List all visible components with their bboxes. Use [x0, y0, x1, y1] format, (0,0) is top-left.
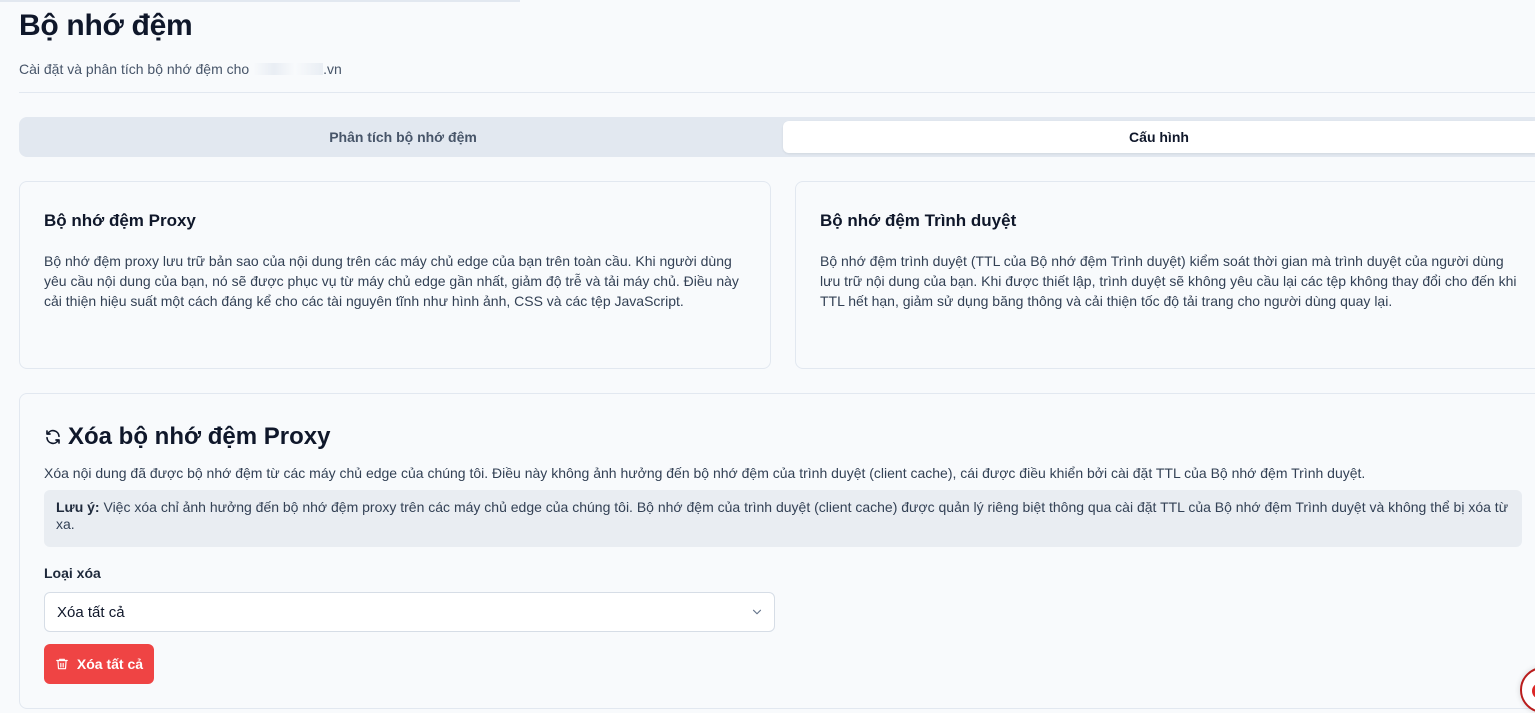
purge-all-button-label: Xóa tất cả: [76, 656, 144, 672]
trash-icon: [56, 658, 68, 670]
browser-cache-description: Bộ nhớ đệm trình duyệt (TTL của Bộ nhớ đ…: [820, 253, 1517, 309]
browser-cache-card: Bộ nhớ đệm Trình duyệt Bộ nhớ đệm trình …: [795, 181, 1535, 369]
chevron-down-icon: [752, 609, 762, 615]
cache-page: Bộ nhớ đệm Cài đặt và phân tích bộ nhớ đ…: [0, 0, 1535, 713]
tab-cache-analysis[interactable]: Phân tích bộ nhớ đệm: [23, 121, 783, 153]
purge-type-label: Loại xóa: [44, 565, 101, 581]
proxy-cache-title: Bộ nhớ đệm Proxy: [44, 211, 196, 230]
redacted-domain: [253, 63, 324, 75]
note-text: Việc xóa chỉ ảnh hưởng đến bộ nhớ đệm pr…: [56, 499, 1509, 532]
purge-description: Xóa nội dung đã được bộ nhớ đệm từ các m…: [44, 465, 1366, 481]
tab-list: Phân tích bộ nhớ đệm Cấu hình: [19, 117, 1535, 157]
note-label: Lưu ý:: [56, 499, 100, 515]
top-edge-divider: [0, 0, 520, 2]
purge-proxy-card: Xóa bộ nhớ đệm Proxy Xóa nội dung đã đượ…: [19, 393, 1535, 709]
browser-cache-title: Bộ nhớ đệm Trình duyệt: [820, 211, 1017, 230]
page-subtitle: Cài đặt và phân tích bộ nhớ đệm cho .vn: [19, 60, 342, 78]
subtitle-prefix: Cài đặt và phân tích bộ nhớ đệm cho: [19, 61, 254, 77]
purge-type-value: Xóa tất cả: [57, 604, 125, 621]
refresh-icon: [46, 429, 60, 445]
header-divider: [19, 92, 1535, 93]
page-title: Bộ nhớ đệm: [19, 9, 193, 42]
purge-title-row: Xóa bộ nhớ đệm Proxy: [44, 422, 330, 452]
subtitle-domain-suffix: .vn: [323, 61, 342, 77]
proxy-cache-description: Bộ nhớ đệm proxy lưu trữ bản sao của nội…: [44, 253, 739, 309]
proxy-cache-card: Bộ nhớ đệm Proxy Bộ nhớ đệm proxy lưu tr…: [19, 181, 771, 369]
purge-type-select[interactable]: Xóa tất cả: [44, 592, 775, 632]
purge-all-button[interactable]: Xóa tất cả: [44, 644, 154, 684]
purge-note: Lưu ý: Việc xóa chỉ ảnh hưởng đến bộ nhớ…: [44, 490, 1522, 547]
purge-title: Xóa bộ nhớ đệm Proxy: [68, 423, 331, 450]
tab-configuration[interactable]: Cấu hình: [783, 121, 1535, 153]
